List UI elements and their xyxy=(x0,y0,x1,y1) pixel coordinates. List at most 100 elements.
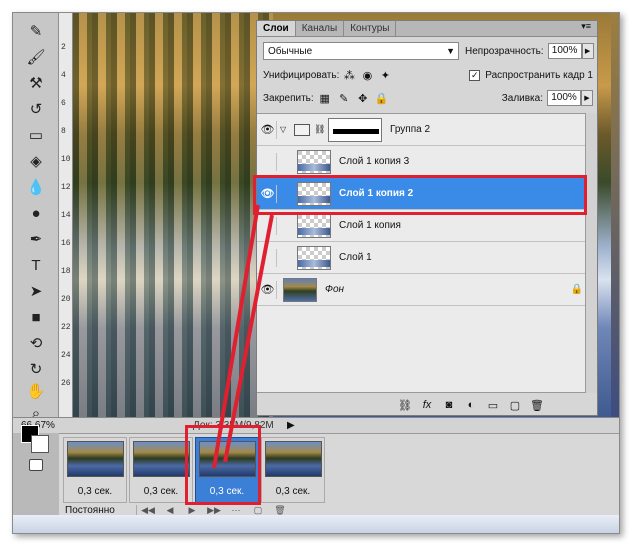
panel-menu-icon[interactable]: ▾≡ xyxy=(575,21,597,36)
animation-frame-4[interactable]: 0,3 сек. xyxy=(261,437,325,503)
previous-frame-icon[interactable]: ◀ xyxy=(159,505,181,516)
lock-label: Закрепить: xyxy=(263,92,314,104)
layer-name[interactable]: Слой 1 xyxy=(339,252,372,263)
fill-slider-arrow-icon[interactable]: ▶ xyxy=(581,90,593,106)
layer-row[interactable]: Слой 1 xyxy=(257,242,597,274)
loop-select[interactable]: Постоянно xyxy=(59,504,137,516)
lock-pixels-icon[interactable]: ✎ xyxy=(336,92,352,105)
hand-icon[interactable]: ✋ xyxy=(23,379,49,403)
frame-thumbnail xyxy=(265,441,322,477)
new-layer-icon[interactable]: ▢ xyxy=(507,399,523,412)
link-chain-icon[interactable]: ⛓ xyxy=(314,124,325,135)
paint-bucket-icon[interactable]: ◈ xyxy=(23,149,49,173)
clone-stamp-icon[interactable]: ⚒ xyxy=(23,71,49,95)
layer-name[interactable]: Слой 1 копия xyxy=(339,220,401,231)
blend-mode-value: Обычные xyxy=(268,45,313,57)
blend-row: Обычные ▼ Непрозрачность: 100% ▶ xyxy=(257,40,597,62)
fill-input[interactable]: 100% xyxy=(547,90,581,106)
frame-delay[interactable]: 0,3 сек. xyxy=(262,486,324,497)
next-frame-icon[interactable]: ▶▶ xyxy=(203,505,225,516)
frame-delay[interactable]: 0,3 сек. xyxy=(64,486,126,497)
tab-channels[interactable]: Каналы xyxy=(296,21,345,36)
tab-layers[interactable]: Слои xyxy=(257,21,296,36)
link-layers-icon[interactable]: ⛓ xyxy=(397,399,413,412)
reflected-forest-image xyxy=(73,13,273,417)
dodge-icon[interactable]: ● xyxy=(23,201,49,225)
lock-transparency-icon[interactable]: ▦ xyxy=(317,92,333,105)
frame-thumbnail xyxy=(67,441,124,477)
layer-mask-thumbnail[interactable] xyxy=(328,117,382,142)
blur-icon[interactable]: 💧 xyxy=(23,175,49,199)
type-icon[interactable]: T xyxy=(23,253,49,277)
pen-icon[interactable]: ✒ xyxy=(23,227,49,251)
layers-panel: Слои Каналы Контуры ▾≡ Обычные ▼ Непрозр… xyxy=(256,20,598,416)
unify-style-icon[interactable]: ✦ xyxy=(377,69,393,82)
blend-mode-select[interactable]: Обычные ▼ xyxy=(263,42,459,60)
propagate-frame-checkbox[interactable]: ✓ xyxy=(469,69,481,81)
layer-row-group[interactable]: 👁 ▽ ⛓ Группа 2 xyxy=(257,114,597,146)
ruler-tick-label: 10 xyxy=(61,155,71,164)
history-brush-icon[interactable]: ↺ xyxy=(23,97,49,121)
rectangle-shape-icon[interactable]: ■ xyxy=(23,305,49,329)
background-color[interactable] xyxy=(31,435,49,453)
layer-thumbnail xyxy=(283,277,317,302)
ruler-tick-label: 8 xyxy=(61,127,66,136)
play-icon[interactable]: ▶ xyxy=(181,505,203,516)
layers-scrollbar[interactable] xyxy=(585,113,597,393)
visibility-eye-icon[interactable]: 👁 xyxy=(259,280,277,299)
brush-icon[interactable]: 🖌 xyxy=(23,45,49,69)
expand-triangle-icon[interactable]: ▽ xyxy=(280,125,290,134)
propagate-frame-label: Распространить кадр 1 xyxy=(485,69,593,81)
layer-row-background[interactable]: 👁 Фон 🔒 xyxy=(257,274,597,306)
visibility-toggle[interactable] xyxy=(259,216,277,235)
layer-style-fx-icon[interactable]: fx xyxy=(419,399,435,411)
new-group-icon[interactable]: ▭ xyxy=(485,399,501,412)
unify-visibility-icon[interactable]: ◉ xyxy=(359,69,375,82)
lock-position-icon[interactable]: ✥ xyxy=(355,92,371,105)
ruler-tick-label: 18 xyxy=(61,267,71,276)
frame-delay[interactable]: 0,3 сек. xyxy=(130,486,192,497)
first-frame-icon[interactable]: ◀◀ xyxy=(137,505,159,516)
layer-thumbnail xyxy=(297,149,331,174)
taskbar xyxy=(13,515,619,533)
adjustment-layer-icon[interactable]: ◐ xyxy=(463,399,479,411)
ruler-tick-label: 14 xyxy=(61,211,71,220)
animation-frame-2[interactable]: 0,3 сек. xyxy=(129,437,193,503)
panel-tabs: Слои Каналы Контуры ▾≡ xyxy=(257,21,597,37)
3d-orbit-icon[interactable]: ↻ xyxy=(23,357,49,381)
opacity-input[interactable]: 100% xyxy=(547,43,582,59)
spot-healing-icon[interactable]: ✎ xyxy=(23,19,49,43)
3d-rotate-icon[interactable]: ⟲ xyxy=(23,331,49,355)
ruler-tick-label: 12 xyxy=(61,183,71,192)
highlight-selected-frame xyxy=(185,425,261,505)
tab-paths[interactable]: Контуры xyxy=(344,21,397,36)
add-mask-icon[interactable]: ◙ xyxy=(441,399,457,411)
eraser-icon[interactable]: ▭ xyxy=(23,123,49,147)
lock-row: Закрепить: ▦ ✎ ✥ 🔒 Заливка: 100% ▶ xyxy=(257,87,597,109)
layer-name[interactable]: Фон xyxy=(325,284,344,295)
status-menu-arrow-icon[interactable]: ▶ xyxy=(287,420,295,431)
quick-mask-icon[interactable] xyxy=(29,459,43,471)
highlight-selected-layer xyxy=(253,175,587,215)
unify-position-icon[interactable]: ⁂ xyxy=(341,69,357,82)
lock-icon: 🔒 xyxy=(570,284,583,295)
tween-icon[interactable]: ⋯ xyxy=(225,505,247,516)
visibility-toggle[interactable] xyxy=(259,248,277,267)
layer-row[interactable]: Слой 1 копия 3 xyxy=(257,146,597,178)
delete-frame-icon[interactable]: 🗑 xyxy=(269,505,291,516)
visibility-toggle[interactable] xyxy=(259,152,277,171)
layer-name[interactable]: Слой 1 копия 3 xyxy=(339,156,409,167)
ruler-tick-label: 20 xyxy=(61,295,71,304)
path-selection-icon[interactable]: ➤ xyxy=(23,279,49,303)
duplicate-frame-icon[interactable]: ▢ xyxy=(247,505,269,516)
opacity-slider-arrow-icon[interactable]: ▶ xyxy=(581,43,594,59)
unify-label: Унифицировать: xyxy=(263,69,340,81)
trash-icon[interactable]: 🗑 xyxy=(529,399,545,412)
visibility-eye-icon[interactable]: 👁 xyxy=(259,120,277,139)
ruler-tick-label: 22 xyxy=(61,323,71,332)
animation-frame-1[interactable]: 0,3 сек. xyxy=(63,437,127,503)
animation-timeline: 0,3 сек. 0,3 сек. 0,3 сек. 0,3 сек. Пост… xyxy=(59,433,619,516)
unify-row: Унифицировать: ⁂ ◉ ✦ ✓ Распространить ка… xyxy=(257,66,597,84)
layer-name[interactable]: Группа 2 xyxy=(390,124,430,135)
lock-all-icon[interactable]: 🔒 xyxy=(374,92,390,105)
